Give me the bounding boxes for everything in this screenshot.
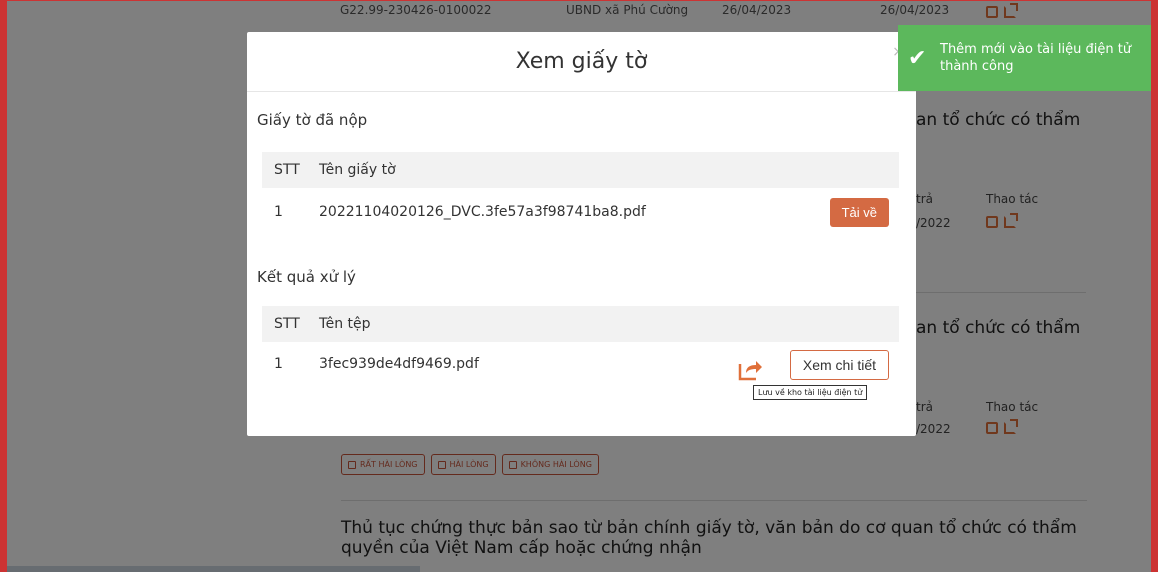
toast-message: Thêm mới vào tài liệu điện tử thành công — [940, 42, 1132, 74]
table-row: 1 3fec939de4df9469.pdf Xem chi tiết — [262, 348, 899, 388]
processing-results-title: Kết quả xử lý — [257, 268, 356, 286]
table-row: 1 20221104020126_DVC.3fe57a3f98741ba8.pd… — [262, 192, 899, 232]
header-index: STT — [274, 316, 300, 332]
view-documents-modal: Xem giấy tờ × Giấy tờ đã nộp STT Tên giấ… — [247, 32, 916, 436]
header-file-name: Tên tệp — [319, 316, 371, 332]
header-document-name: Tên giấy tờ — [319, 162, 396, 178]
row-index: 1 — [274, 356, 283, 372]
tooltip: Lưu về kho tài liệu điện tử — [753, 385, 868, 400]
save-to-storage-icon[interactable] — [737, 358, 763, 382]
row-index: 1 — [274, 204, 283, 220]
view-details-button[interactable]: Xem chi tiết — [789, 350, 889, 380]
row-file-name: 3fec939de4df9469.pdf — [319, 356, 479, 372]
submitted-table-header: STT Tên giấy tờ — [262, 152, 899, 188]
results-table-header: STT Tên tệp — [262, 306, 899, 342]
submitted-documents-title: Giấy tờ đã nộp — [257, 111, 368, 129]
success-toast[interactable]: ✔ Thêm mới vào tài liệu điện tử thành cô… — [898, 25, 1158, 91]
checkmark-icon: ✔ — [908, 45, 927, 71]
download-button[interactable]: Tải về — [829, 198, 889, 227]
modal-header: Xem giấy tờ × — [247, 32, 916, 92]
header-index: STT — [274, 162, 300, 178]
row-document-name: 20221104020126_DVC.3fe57a3f98741ba8.pdf — [319, 204, 646, 220]
modal-title: Xem giấy tờ — [515, 49, 648, 74]
